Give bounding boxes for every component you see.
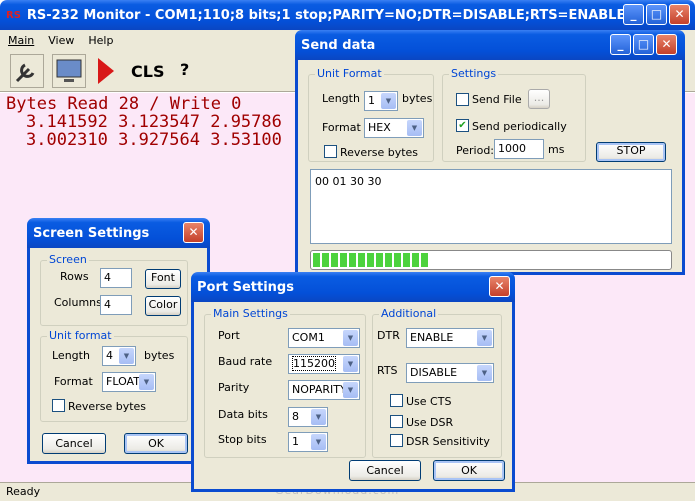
length-label: Length — [322, 92, 360, 105]
port-label: Port — [218, 329, 240, 342]
progress-fill — [313, 253, 431, 267]
close-icon[interactable]: ✕ — [183, 222, 204, 243]
period-input[interactable]: 1000 — [494, 139, 544, 159]
stopbits-label: Stop bits — [218, 433, 267, 446]
parity-select[interactable]: NOPARITY ▼ — [288, 380, 360, 400]
menu-main[interactable]: Main — [8, 34, 34, 47]
columns-input[interactable]: 4 — [100, 295, 132, 315]
maximize-icon[interactable]: □ — [646, 4, 667, 25]
send-periodically-label: Send periodically — [472, 120, 567, 133]
stop-button[interactable]: STOP — [596, 142, 666, 162]
format-select[interactable]: FLOAT ▼ — [102, 372, 156, 392]
screen-settings-title-bar[interactable]: Screen Settings ✕ — [27, 218, 210, 248]
port-settings-title: Port Settings — [197, 279, 294, 295]
minimize-icon[interactable]: _ — [623, 4, 644, 25]
ok-button[interactable]: OK — [433, 460, 505, 481]
wrench-icon[interactable] — [10, 54, 44, 88]
send-file-label: Send File — [472, 93, 522, 106]
use-dsr-checkbox[interactable] — [390, 415, 403, 428]
baud-select[interactable]: 115200 ▼ — [288, 354, 360, 374]
monitor-icon[interactable] — [52, 54, 86, 88]
status-text: Ready — [6, 485, 41, 498]
menu-view[interactable]: View — [48, 34, 74, 47]
port-select[interactable]: COM1 ▼ — [288, 328, 360, 348]
length-select[interactable]: 4 ▼ — [102, 346, 136, 366]
play-icon[interactable] — [98, 58, 114, 84]
port-settings-title-bar[interactable]: Port Settings ✕ — [191, 272, 515, 302]
port-settings-window: Port Settings ✕ Main Settings Port COM1 ▼… — [191, 272, 515, 492]
close-icon[interactable]: ✕ — [489, 276, 510, 297]
group-label: Unit Format — [315, 67, 384, 80]
send-periodically-checkbox[interactable]: ✔ — [456, 119, 469, 132]
period-label: Period: — [456, 144, 495, 157]
menu-help[interactable]: Help — [88, 34, 113, 47]
dtr-label: DTR — [377, 329, 400, 342]
rows-label: Rows — [60, 270, 89, 283]
format-select[interactable]: HEX ▼ — [364, 118, 424, 138]
dsr-sensitivity-label: DSR Sensitivity — [406, 435, 490, 448]
reverse-bytes-label: Reverse bytes — [68, 400, 147, 413]
reverse-bytes-checkbox[interactable] — [324, 145, 337, 158]
font-button[interactable]: Font — [145, 269, 181, 289]
help-icon[interactable]: ? — [180, 60, 189, 79]
minimize-icon[interactable]: _ — [610, 34, 631, 55]
length-select[interactable]: 1 ▼ — [364, 91, 398, 111]
length-label: Length — [52, 349, 90, 362]
length-unit: bytes — [402, 92, 433, 105]
dsr-sensitivity-checkbox[interactable] — [390, 434, 403, 447]
group-label: Unit format — [47, 329, 114, 342]
close-icon[interactable]: ✕ — [656, 34, 677, 55]
send-file-checkbox[interactable] — [456, 93, 469, 106]
length-unit: bytes — [144, 349, 175, 362]
color-button[interactable]: Color — [145, 296, 181, 316]
format-label: Format — [322, 121, 361, 134]
baud-label: Baud rate — [218, 355, 273, 368]
app-icon: RS — [6, 9, 21, 21]
use-dsr-label: Use DSR — [406, 416, 454, 429]
rows-input[interactable]: 4 — [100, 268, 132, 288]
group-label: Settings — [449, 67, 499, 80]
group-label: Main Settings — [211, 307, 290, 320]
rts-label: RTS — [377, 364, 398, 377]
screen-settings-window: Screen Settings ✕ Screen Rows 4 Font Col… — [27, 218, 210, 464]
use-cts-checkbox[interactable] — [390, 394, 403, 407]
send-data-title: Send data — [301, 37, 376, 53]
maximize-icon[interactable]: □ — [633, 34, 654, 55]
parity-label: Parity — [218, 381, 250, 394]
send-data-textarea[interactable]: 00 01 30 30 — [310, 169, 672, 244]
cancel-button[interactable]: Cancel — [349, 460, 421, 481]
send-data-title-bar[interactable]: Send data _ □ ✕ — [295, 30, 685, 60]
rts-select[interactable]: DISABLE ▼ — [406, 363, 494, 383]
screen-settings-title: Screen Settings — [33, 225, 150, 241]
main-title-bar[interactable]: RS RS-232 Monitor - COM1;110;8 bits;1 st… — [0, 0, 695, 30]
group-label: Screen — [47, 253, 89, 266]
databits-label: Data bits — [218, 408, 268, 421]
reverse-bytes-label: Reverse bytes — [340, 146, 419, 159]
browse-button[interactable]: ... — [528, 89, 550, 109]
group-label: Additional — [379, 307, 439, 320]
cls-button[interactable]: CLS — [131, 62, 164, 81]
main-title: RS-232 Monitor - COM1;110;8 bits;1 stop;… — [26, 7, 635, 23]
use-cts-label: Use CTS — [406, 395, 452, 408]
cancel-button[interactable]: Cancel — [42, 433, 106, 454]
columns-label: Columns — [54, 296, 102, 309]
send-data-window: Send data _ □ ✕ Unit Format Length 1 ▼ by… — [295, 30, 685, 275]
dtr-select[interactable]: ENABLE ▼ — [406, 328, 494, 348]
period-unit: ms — [548, 143, 565, 156]
send-progress-bar — [310, 250, 672, 270]
reverse-bytes-checkbox[interactable] — [52, 399, 65, 412]
format-label: Format — [54, 375, 93, 388]
ok-button[interactable]: OK — [124, 433, 188, 454]
databits-select[interactable]: 8 ▼ — [288, 407, 328, 427]
stopbits-select[interactable]: 1 ▼ — [288, 432, 328, 452]
close-icon[interactable]: ✕ — [669, 4, 690, 25]
